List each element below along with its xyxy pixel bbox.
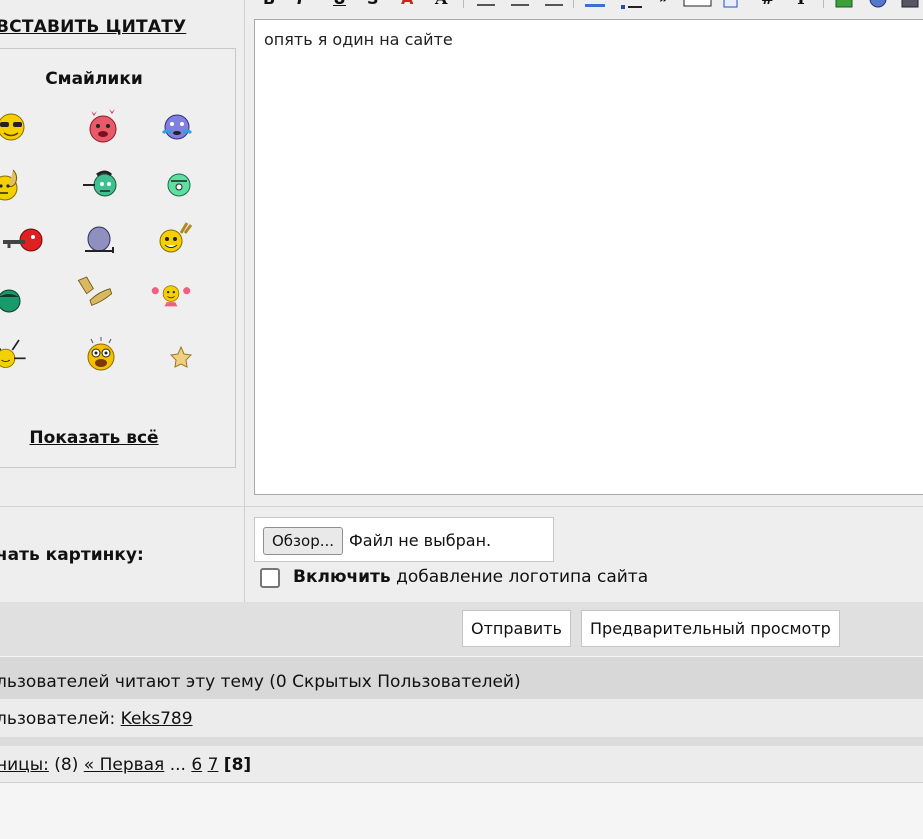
no-file-selected-text: Файл не выбран. bbox=[349, 531, 492, 550]
toolbar-separator bbox=[573, 0, 574, 8]
gun-smiley-icon[interactable] bbox=[3, 220, 43, 260]
page-7-link[interactable]: 7 bbox=[208, 755, 219, 775]
cool-smiley-icon[interactable] bbox=[0, 107, 31, 147]
preview-button[interactable]: Предварительный просмотр bbox=[581, 610, 840, 647]
user-link-keks789[interactable]: Keks789 bbox=[121, 709, 193, 729]
site-logo-checkbox-label[interactable]: Включить добавление логотипа сайта bbox=[293, 567, 648, 587]
align-center-icon[interactable] bbox=[511, 0, 529, 6]
link-icon[interactable] bbox=[585, 0, 605, 7]
first-page-link[interactable]: « Первая bbox=[84, 755, 165, 775]
shocked-smiley-icon[interactable] bbox=[81, 335, 121, 375]
edit-icon[interactable] bbox=[723, 0, 739, 8]
align-right-icon[interactable] bbox=[545, 0, 563, 6]
star-icon[interactable] bbox=[161, 337, 201, 377]
row-gap bbox=[0, 737, 923, 746]
send-button[interactable]: Отправить bbox=[462, 610, 571, 647]
quote-button[interactable]: » bbox=[659, 0, 668, 8]
pages-ellipsis: ... bbox=[164, 755, 192, 775]
editor-toolbar: B I U S A A » # T bbox=[255, 0, 923, 10]
rock-smiley-icon[interactable] bbox=[155, 217, 195, 257]
hanging-smiley-icon[interactable] bbox=[0, 335, 29, 375]
strike-button[interactable]: S bbox=[367, 0, 379, 8]
code-icon[interactable] bbox=[683, 0, 713, 7]
attach-image-label: чать картинку: bbox=[0, 545, 144, 565]
font-button[interactable]: A bbox=[435, 0, 447, 8]
logo-rest-text: добавление логотипа сайта bbox=[390, 567, 649, 587]
font-color-button[interactable]: A bbox=[401, 0, 413, 8]
readers-list: льзователей: Keks789 bbox=[0, 709, 193, 729]
bold-button[interactable]: B bbox=[263, 0, 275, 8]
readers-count-text: льзователей читают эту тему (0 Скрытых П… bbox=[0, 672, 521, 692]
pages-count: (8) bbox=[48, 755, 84, 775]
row-divider bbox=[0, 506, 923, 507]
zombie-smiley-icon[interactable] bbox=[81, 165, 121, 205]
logo-bold-text: Включить bbox=[293, 567, 391, 587]
image-icon[interactable] bbox=[835, 0, 853, 8]
column-divider bbox=[244, 0, 245, 602]
list-icon[interactable] bbox=[621, 0, 643, 9]
underline-button[interactable]: U bbox=[333, 0, 346, 8]
green-dark-smiley-icon[interactable] bbox=[0, 279, 29, 319]
toolbar-separator bbox=[463, 0, 464, 8]
show-all-smilies-link[interactable]: Показать всё bbox=[0, 428, 189, 448]
message-textarea[interactable]: опять я один на сайте bbox=[254, 19, 923, 495]
page-6-link[interactable]: 6 bbox=[191, 755, 202, 775]
cheerleader-smiley-icon[interactable] bbox=[151, 275, 191, 315]
browse-button[interactable]: Обзор... bbox=[263, 527, 344, 555]
help-icon[interactable] bbox=[869, 0, 887, 8]
hash-button[interactable]: # bbox=[761, 0, 774, 8]
smilies-title: Смайлики bbox=[45, 69, 143, 89]
file-input: Обзор... Файл не выбран. bbox=[254, 517, 554, 562]
insert-quote-link[interactable]: ВСТАВИТЬ ЦИТАТУ bbox=[0, 17, 186, 37]
green-smiley-icon[interactable] bbox=[159, 165, 199, 205]
site-logo-checkbox[interactable] bbox=[260, 568, 280, 588]
in-love-smiley-icon[interactable] bbox=[83, 105, 123, 145]
current-page: [8] bbox=[223, 755, 252, 775]
italic-button[interactable]: I bbox=[297, 0, 303, 8]
pagination: ницы: (8) « Первая ... 6 7 [8] bbox=[0, 755, 251, 775]
readers-list-prefix: льзователей: bbox=[0, 709, 121, 729]
align-left-icon[interactable] bbox=[477, 0, 495, 6]
thinking-smiley-icon[interactable] bbox=[0, 164, 29, 204]
crying-smiley-icon[interactable] bbox=[157, 107, 197, 147]
clapping-hands-icon[interactable] bbox=[75, 272, 115, 312]
media-icon[interactable] bbox=[901, 0, 919, 8]
smilies-panel: Смайлики Показать всё bbox=[0, 48, 236, 468]
sad-sitting-smiley-icon[interactable] bbox=[81, 221, 121, 261]
text-button[interactable]: T bbox=[795, 0, 807, 8]
toolbar-separator bbox=[823, 0, 824, 8]
pages-label-link[interactable]: ницы: bbox=[0, 755, 49, 775]
